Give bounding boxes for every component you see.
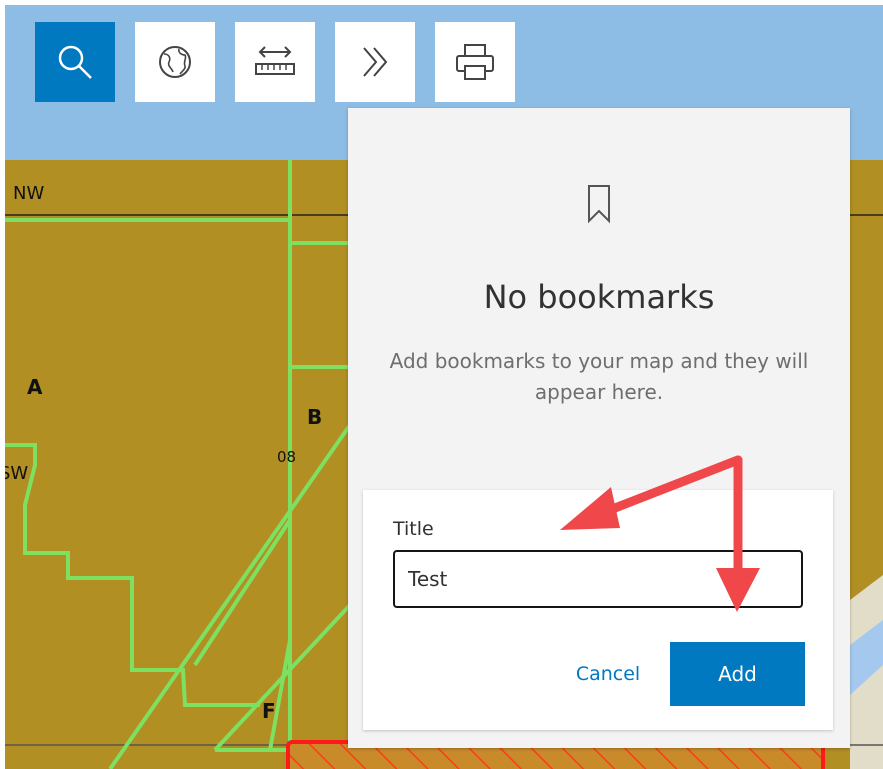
empty-state-description: Add bookmarks to your map and they will … xyxy=(389,349,809,404)
basemap-button[interactable] xyxy=(135,22,215,102)
double-chevron-right-icon xyxy=(363,47,388,77)
map-label-f: F xyxy=(262,699,276,723)
search-icon xyxy=(58,45,92,79)
ruler-icon xyxy=(255,46,295,75)
map-label-number: 08 xyxy=(277,448,297,466)
printer-icon xyxy=(456,44,494,80)
title-input[interactable] xyxy=(393,550,803,608)
expand-button[interactable] xyxy=(335,22,415,102)
cancel-button[interactable]: Cancel xyxy=(553,642,663,706)
search-button[interactable] xyxy=(35,22,115,102)
map-label-nw: NW xyxy=(13,183,45,204)
add-button[interactable]: Add xyxy=(670,642,805,706)
title-label: Title xyxy=(393,518,434,540)
print-button[interactable] xyxy=(435,22,515,102)
add-bookmark-form: Title Cancel Add xyxy=(363,490,833,730)
measure-button[interactable] xyxy=(235,22,315,102)
map-label-sw: SW xyxy=(5,463,29,484)
globe-icon xyxy=(159,46,191,78)
empty-state-title: No bookmarks xyxy=(483,278,715,316)
bookmark-icon xyxy=(588,185,610,224)
map-label-b: B xyxy=(307,405,323,429)
parcel-boundaries xyxy=(5,160,352,769)
bookmarks-panel: No bookmarks Add bookmarks to your map a… xyxy=(348,108,850,748)
map-label-a: A xyxy=(27,375,43,399)
